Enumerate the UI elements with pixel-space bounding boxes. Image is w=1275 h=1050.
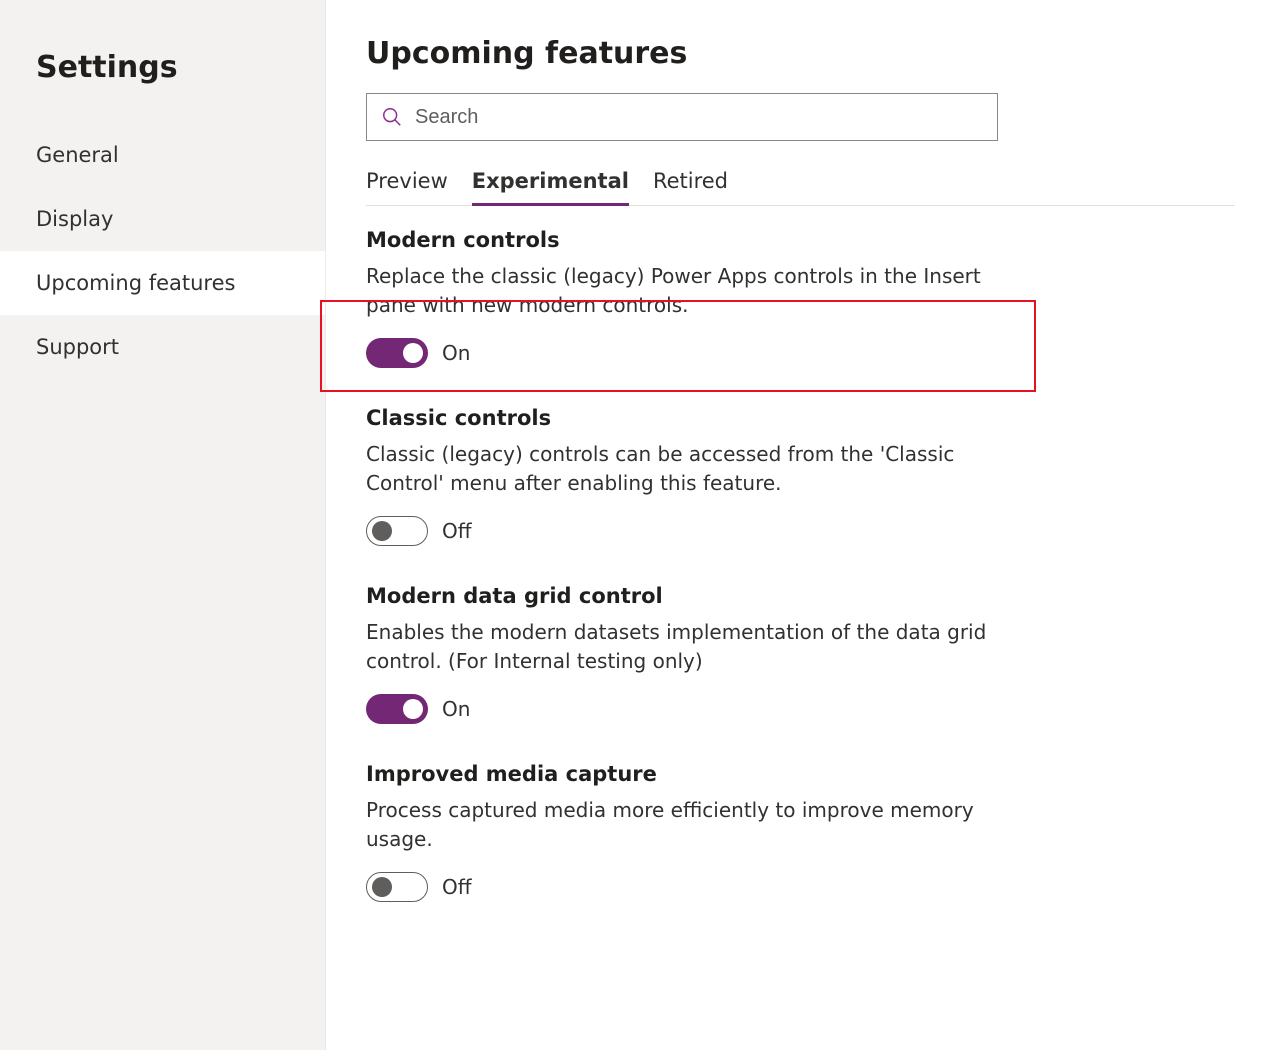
sidebar-item-support[interactable]: Support bbox=[0, 315, 325, 379]
toggle-state-label: On bbox=[442, 697, 470, 721]
tabs: Preview Experimental Retired bbox=[366, 169, 1235, 206]
feature-description: Enables the modern datasets implementati… bbox=[366, 618, 996, 676]
toggle-row: Off bbox=[366, 516, 996, 546]
page-title: Upcoming features bbox=[366, 36, 1235, 71]
toggle-row: On bbox=[366, 694, 996, 724]
toggle-row: Off bbox=[366, 872, 996, 902]
sidebar-item-upcoming-features[interactable]: Upcoming features bbox=[0, 251, 325, 315]
toggle-state-label: Off bbox=[442, 875, 472, 899]
toggle-thumb bbox=[372, 877, 392, 897]
feature-improved-media-capture: Improved media capture Process captured … bbox=[366, 762, 996, 902]
feature-title: Improved media capture bbox=[366, 762, 996, 786]
feature-classic-controls: Classic controls Classic (legacy) contro… bbox=[366, 406, 996, 546]
feature-modern-controls: Modern controls Replace the classic (leg… bbox=[366, 228, 996, 368]
sidebar-item-display[interactable]: Display bbox=[0, 187, 325, 251]
toggle-state-label: On bbox=[442, 341, 470, 365]
toggle-thumb bbox=[372, 521, 392, 541]
sidebar-item-general[interactable]: General bbox=[0, 123, 325, 187]
tab-experimental[interactable]: Experimental bbox=[472, 169, 629, 205]
feature-title: Classic controls bbox=[366, 406, 996, 430]
toggle-classic-controls[interactable] bbox=[366, 516, 428, 546]
search-input[interactable] bbox=[415, 106, 983, 129]
toggle-state-label: Off bbox=[442, 519, 472, 543]
toggle-modern-controls[interactable] bbox=[366, 338, 428, 368]
tab-preview[interactable]: Preview bbox=[366, 169, 448, 205]
toggle-row: On bbox=[366, 338, 996, 368]
toggle-thumb bbox=[403, 343, 423, 363]
feature-modern-data-grid: Modern data grid control Enables the mod… bbox=[366, 584, 996, 724]
feature-description: Process captured media more efficiently … bbox=[366, 796, 996, 854]
sidebar: Settings General Display Upcoming featur… bbox=[0, 0, 326, 1050]
search-box[interactable] bbox=[366, 93, 998, 141]
sidebar-title: Settings bbox=[0, 50, 325, 123]
main-content: Upcoming features Preview Experimental R… bbox=[326, 0, 1275, 1050]
search-icon bbox=[381, 106, 403, 128]
feature-title: Modern controls bbox=[366, 228, 996, 252]
toggle-improved-media-capture[interactable] bbox=[366, 872, 428, 902]
toggle-thumb bbox=[403, 699, 423, 719]
toggle-modern-data-grid[interactable] bbox=[366, 694, 428, 724]
feature-description: Classic (legacy) controls can be accesse… bbox=[366, 440, 996, 498]
feature-title: Modern data grid control bbox=[366, 584, 996, 608]
feature-description: Replace the classic (legacy) Power Apps … bbox=[366, 262, 996, 320]
tab-retired[interactable]: Retired bbox=[653, 169, 728, 205]
